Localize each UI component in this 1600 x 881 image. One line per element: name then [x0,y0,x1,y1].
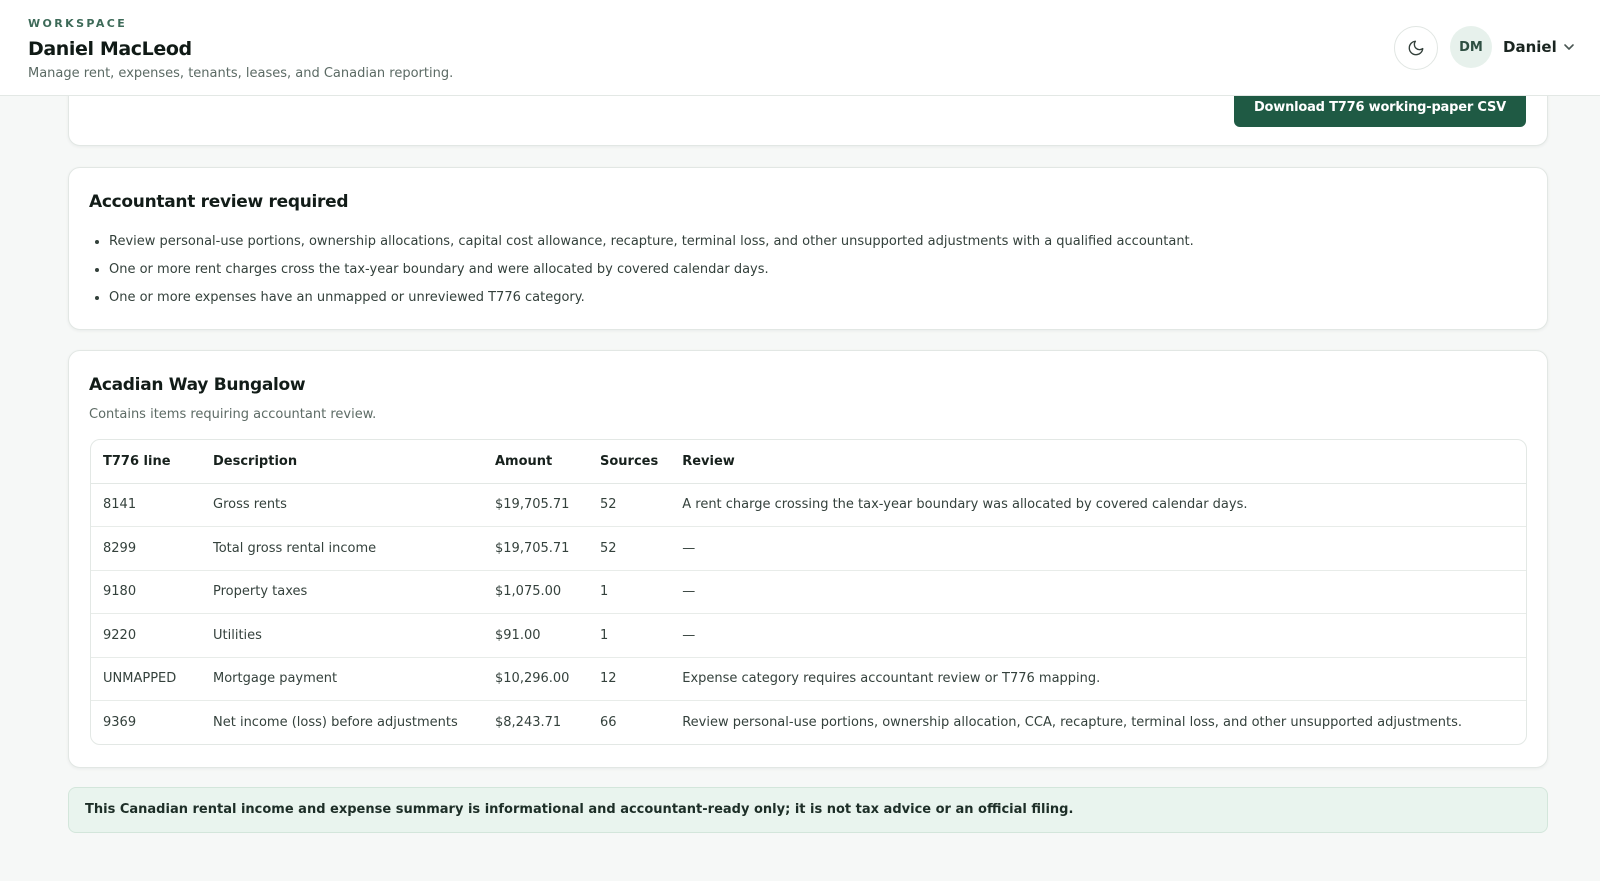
cell-line: 9180 [91,570,201,614]
cell-sources: 66 [600,715,617,730]
cell-sources: 52 [588,483,671,527]
cell-amount: $19,705.71 [483,483,588,527]
top-bar: WORKSPACE Daniel MacLeod Manage rent, ex… [0,0,1600,96]
workspace-name: Daniel MacLeod [28,38,192,60]
cell-amount: $8,243.71 [495,715,562,730]
cell-review: Expense category requires accountant rev… [670,657,1526,701]
cell-review: — [670,570,1526,614]
disclaimer-notice: This Canadian rental income and expense … [68,787,1548,833]
table-header-row: T776 line Description Amount Sources Rev… [91,440,1526,484]
cell-sources: 1 [588,570,671,614]
workspace-eyebrow: WORKSPACE [28,17,128,30]
cell-line: 8141 [91,483,201,527]
t776-table-wrapper: T776 line Description Amount Sources Rev… [90,439,1527,745]
user-avatar[interactable]: DM [1450,26,1492,68]
cell-review: — [670,613,1526,658]
t776-table: T776 line Description Amount Sources Rev… [91,440,1526,744]
table-row: 8299 Total gross rental income $19,705.7… [91,526,1526,571]
property-card: Acadian Way Bungalow Contains items requ… [68,350,1548,768]
accountant-review-title: Accountant review required [89,192,349,212]
cell-line: 9220 [91,613,201,658]
cell-review: Review personal-use portions, ownership … [682,715,1462,730]
property-note: Contains items requiring accountant revi… [89,407,377,422]
review-item: One or more expenses have an unmapped or… [109,288,1509,316]
cell-description: Net income (loss) before adjustments [213,715,458,730]
workspace-subtitle: Manage rent, expenses, tenants, leases, … [28,66,454,81]
cell-description: Property taxes [201,570,483,614]
review-item: One or more rent charges cross the tax-y… [109,260,1509,288]
column-header-description: Description [201,440,483,484]
column-header-review: Review [670,440,1526,484]
cell-description: Utilities [201,613,483,658]
cell-line: UNMAPPED [91,657,201,701]
cell-review: — [670,526,1526,571]
cell-amount: $10,296.00 [483,657,588,701]
cell-amount: $91.00 [483,613,588,658]
column-header-line: T776 line [91,440,201,484]
cell-review: A rent charge crossing the tax-year boun… [670,483,1526,527]
table-row: UNMAPPED Mortgage payment $10,296.00 12 … [91,657,1526,701]
user-menu-name[interactable]: Daniel [1503,38,1557,56]
accountant-review-card: Accountant review required Review person… [68,167,1548,330]
cell-sources: 1 [588,613,671,658]
cell-line: 9369 [103,715,137,730]
table-row: 8141 Gross rents $19,705.71 52 A rent ch… [91,483,1526,527]
theme-toggle-button[interactable] [1394,26,1438,70]
cell-sources: 12 [588,657,671,701]
cell-description: Total gross rental income [201,526,483,571]
chevron-down-icon[interactable] [1563,42,1575,52]
cell-amount: $19,705.71 [483,526,588,571]
review-list: Review personal-use portions, ownership … [109,232,1509,316]
table-row: 9369 Net income (loss) before adjustment… [91,701,1526,745]
cell-amount: $1,075.00 [483,570,588,614]
cell-line: 8299 [91,526,201,571]
moon-icon [1408,40,1424,56]
review-item: Review personal-use portions, ownership … [109,232,1509,260]
column-header-amount: Amount [483,440,588,484]
cell-description: Gross rents [201,483,483,527]
column-header-sources: Sources [588,440,671,484]
property-name: Acadian Way Bungalow [89,375,306,395]
cell-sources: 52 [588,526,671,571]
cell-description: Mortgage payment [201,657,483,701]
table-row: 9220 Utilities $91.00 1 — [91,613,1526,658]
table-row: 9180 Property taxes $1,075.00 1 — [91,570,1526,614]
